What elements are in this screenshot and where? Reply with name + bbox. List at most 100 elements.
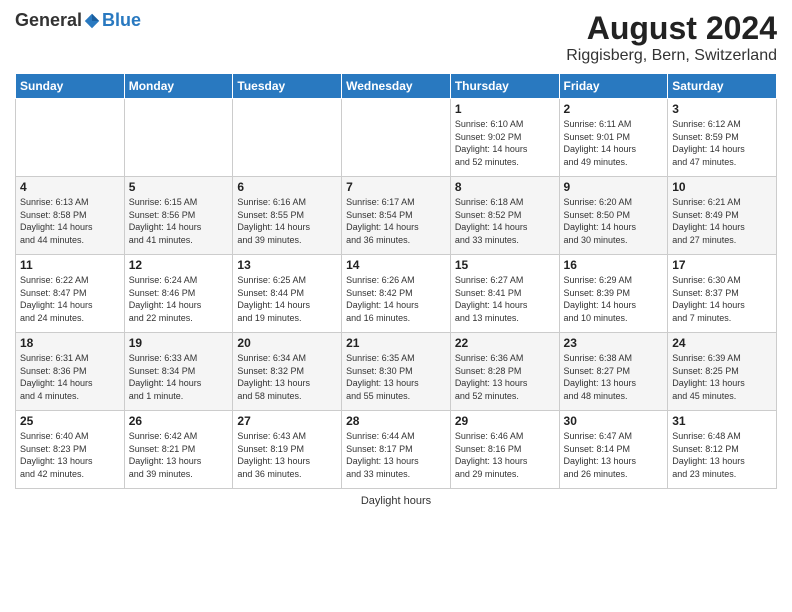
- header: General Blue August 2024 Riggisberg, Ber…: [15, 10, 777, 65]
- day-number: 22: [455, 336, 555, 350]
- calendar-cell: 23 Sunrise: 6:38 AMSunset: 8:27 PMDayligh…: [559, 333, 668, 411]
- day-info: Sunrise: 6:46 AMSunset: 8:16 PMDaylight:…: [455, 430, 555, 480]
- day-number: 11: [20, 258, 120, 272]
- page: General Blue August 2024 Riggisberg, Ber…: [0, 0, 792, 612]
- day-info: Sunrise: 6:43 AMSunset: 8:19 PMDaylight:…: [237, 430, 337, 480]
- day-info: Sunrise: 6:30 AMSunset: 8:37 PMDaylight:…: [672, 274, 772, 324]
- day-info: Sunrise: 6:34 AMSunset: 8:32 PMDaylight:…: [237, 352, 337, 402]
- calendar-cell: [233, 99, 342, 177]
- day-info: Sunrise: 6:17 AMSunset: 8:54 PMDaylight:…: [346, 196, 446, 246]
- calendar-cell: [342, 99, 451, 177]
- day-number: 15: [455, 258, 555, 272]
- day-number: 24: [672, 336, 772, 350]
- page-subtitle: Riggisberg, Bern, Switzerland: [566, 47, 777, 65]
- calendar-cell: 28 Sunrise: 6:44 AMSunset: 8:17 PMDayligh…: [342, 411, 451, 489]
- day-info: Sunrise: 6:44 AMSunset: 8:17 PMDaylight:…: [346, 430, 446, 480]
- day-info: Sunrise: 6:10 AMSunset: 9:02 PMDaylight:…: [455, 118, 555, 168]
- day-info: Sunrise: 6:48 AMSunset: 8:12 PMDaylight:…: [672, 430, 772, 480]
- logo-icon: [83, 12, 101, 30]
- logo-general: General: [15, 10, 82, 31]
- calendar-cell: 21 Sunrise: 6:35 AMSunset: 8:30 PMDayligh…: [342, 333, 451, 411]
- calendar-cell: 2 Sunrise: 6:11 AMSunset: 9:01 PMDaylight…: [559, 99, 668, 177]
- calendar-cell: 7 Sunrise: 6:17 AMSunset: 8:54 PMDaylight…: [342, 177, 451, 255]
- footer: Daylight hours: [15, 495, 777, 507]
- page-title: August 2024: [566, 10, 777, 47]
- day-number: 21: [346, 336, 446, 350]
- calendar-cell: 18Sunrise: 6:31 AMSunset: 8:36 PMDayligh…: [16, 333, 125, 411]
- calendar-header-friday: Friday: [559, 74, 668, 99]
- calendar-cell: 24 Sunrise: 6:39 AMSunset: 8:25 PMDayligh…: [668, 333, 777, 411]
- calendar-cell: 4 Sunrise: 6:13 AMSunset: 8:58 PMDaylight…: [16, 177, 125, 255]
- calendar-cell: 5 Sunrise: 6:15 AMSunset: 8:56 PMDaylight…: [124, 177, 233, 255]
- calendar-cell: 25Sunrise: 6:40 AMSunset: 8:23 PMDayligh…: [16, 411, 125, 489]
- calendar-header-tuesday: Tuesday: [233, 74, 342, 99]
- day-info: Sunrise: 6:13 AMSunset: 8:58 PMDaylight:…: [20, 196, 120, 246]
- day-info: Sunrise: 6:15 AMSunset: 8:56 PMDaylight:…: [129, 196, 229, 246]
- calendar-cell: 10Sunrise: 6:21 AMSunset: 8:49 PMDayligh…: [668, 177, 777, 255]
- day-number: 14: [346, 258, 446, 272]
- day-info: Sunrise: 6:42 AMSunset: 8:21 PMDaylight:…: [129, 430, 229, 480]
- calendar-cell: [16, 99, 125, 177]
- day-number: 7: [346, 180, 446, 194]
- day-info: Sunrise: 6:12 AMSunset: 8:59 PMDaylight:…: [672, 118, 772, 168]
- day-number: 4: [20, 180, 120, 194]
- day-number: 25: [20, 414, 120, 428]
- calendar-cell: 27 Sunrise: 6:43 AMSunset: 8:19 PMDayligh…: [233, 411, 342, 489]
- day-number: 3: [672, 102, 772, 116]
- calendar-cell: 14Sunrise: 6:26 AMSunset: 8:42 PMDayligh…: [342, 255, 451, 333]
- day-info: Sunrise: 6:38 AMSunset: 8:27 PMDaylight:…: [564, 352, 664, 402]
- calendar-week-5: 25Sunrise: 6:40 AMSunset: 8:23 PMDayligh…: [16, 411, 777, 489]
- day-info: Sunrise: 6:11 AMSunset: 9:01 PMDaylight:…: [564, 118, 664, 168]
- calendar-cell: 9Sunrise: 6:20 AMSunset: 8:50 PMDaylight…: [559, 177, 668, 255]
- calendar-cell: 8 Sunrise: 6:18 AMSunset: 8:52 PMDaylight…: [450, 177, 559, 255]
- day-number: 30: [564, 414, 664, 428]
- logo-blue: Blue: [102, 10, 141, 31]
- day-info: Sunrise: 6:27 AMSunset: 8:41 PMDaylight:…: [455, 274, 555, 324]
- calendar-cell: 12Sunrise: 6:24 AMSunset: 8:46 PMDayligh…: [124, 255, 233, 333]
- day-info: Sunrise: 6:36 AMSunset: 8:28 PMDaylight:…: [455, 352, 555, 402]
- day-number: 27: [237, 414, 337, 428]
- day-number: 9: [564, 180, 664, 194]
- day-info: Sunrise: 6:33 AMSunset: 8:34 PMDaylight:…: [129, 352, 229, 402]
- calendar-cell: 26 Sunrise: 6:42 AMSunset: 8:21 PMDayligh…: [124, 411, 233, 489]
- calendar-week-1: 1 Sunrise: 6:10 AMSunset: 9:02 PMDaylight…: [16, 99, 777, 177]
- day-number: 16: [564, 258, 664, 272]
- day-info: Sunrise: 6:47 AMSunset: 8:14 PMDaylight:…: [564, 430, 664, 480]
- day-number: 5: [129, 180, 229, 194]
- day-info: Sunrise: 6:29 AMSunset: 8:39 PMDaylight:…: [564, 274, 664, 324]
- day-info: Sunrise: 6:21 AMSunset: 8:49 PMDaylight:…: [672, 196, 772, 246]
- calendar-header-monday: Monday: [124, 74, 233, 99]
- day-number: 13: [237, 258, 337, 272]
- calendar-cell: [124, 99, 233, 177]
- calendar-cell: 17Sunrise: 6:30 AMSunset: 8:37 PMDayligh…: [668, 255, 777, 333]
- day-number: 12: [129, 258, 229, 272]
- day-number: 8: [455, 180, 555, 194]
- day-info: Sunrise: 6:22 AMSunset: 8:47 PMDaylight:…: [20, 274, 120, 324]
- day-number: 20: [237, 336, 337, 350]
- calendar-cell: 29Sunrise: 6:46 AMSunset: 8:16 PMDayligh…: [450, 411, 559, 489]
- calendar-cell: 13 Sunrise: 6:25 AMSunset: 8:44 PMDayligh…: [233, 255, 342, 333]
- day-number: 23: [564, 336, 664, 350]
- day-number: 2: [564, 102, 664, 116]
- day-number: 18: [20, 336, 120, 350]
- day-info: Sunrise: 6:39 AMSunset: 8:25 PMDaylight:…: [672, 352, 772, 402]
- day-info: Sunrise: 6:35 AMSunset: 8:30 PMDaylight:…: [346, 352, 446, 402]
- calendar-cell: 1 Sunrise: 6:10 AMSunset: 9:02 PMDaylight…: [450, 99, 559, 177]
- day-info: Sunrise: 6:25 AMSunset: 8:44 PMDaylight:…: [237, 274, 337, 324]
- calendar-header-wednesday: Wednesday: [342, 74, 451, 99]
- calendar-header-thursday: Thursday: [450, 74, 559, 99]
- calendar-header-saturday: Saturday: [668, 74, 777, 99]
- calendar-cell: 15 Sunrise: 6:27 AMSunset: 8:41 PMDayligh…: [450, 255, 559, 333]
- calendar-cell: 20 Sunrise: 6:34 AMSunset: 8:32 PMDayligh…: [233, 333, 342, 411]
- day-info: Sunrise: 6:18 AMSunset: 8:52 PMDaylight:…: [455, 196, 555, 246]
- day-number: 1: [455, 102, 555, 116]
- title-area: August 2024 Riggisberg, Bern, Switzerlan…: [566, 10, 777, 65]
- calendar-header-row: SundayMondayTuesdayWednesdayThursdayFrid…: [16, 74, 777, 99]
- day-number: 28: [346, 414, 446, 428]
- calendar-week-4: 18Sunrise: 6:31 AMSunset: 8:36 PMDayligh…: [16, 333, 777, 411]
- logo: General Blue: [15, 10, 141, 31]
- day-number: 6: [237, 180, 337, 194]
- day-number: 26: [129, 414, 229, 428]
- calendar-cell: 22 Sunrise: 6:36 AMSunset: 8:28 PMDayligh…: [450, 333, 559, 411]
- calendar-cell: 16 Sunrise: 6:29 AMSunset: 8:39 PMDayligh…: [559, 255, 668, 333]
